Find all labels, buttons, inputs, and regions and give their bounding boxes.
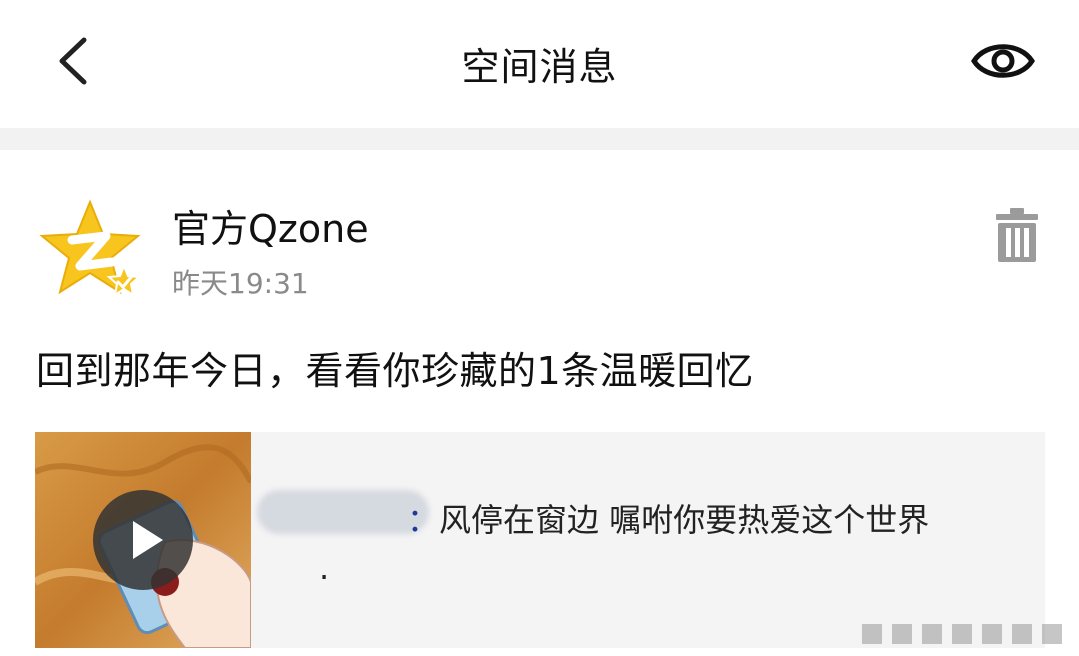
username[interactable]: 官方Qzone	[172, 198, 369, 253]
post-timestamp: 昨天19:31	[172, 267, 309, 300]
eye-icon[interactable]	[970, 36, 1036, 86]
card-text: ：风停在窗边 嘱咐你要热爱这个世界 .	[257, 496, 1027, 592]
watermark-icon	[862, 624, 1062, 644]
qzone-star-icon[interactable]	[36, 196, 144, 304]
header-bar: 空间消息	[0, 0, 1079, 128]
page-title: 空间消息	[461, 45, 618, 89]
video-thumbnail[interactable]	[35, 432, 251, 648]
trash-icon[interactable]	[994, 206, 1040, 264]
card-name-separator: ：	[407, 501, 440, 539]
card-quote: 风停在窗边 嘱咐你要热爱这个世界	[439, 501, 930, 539]
memory-message: 回到那年今日，看看你珍藏的1条温暖回忆	[36, 349, 754, 393]
memory-card[interactable]: ：风停在窗边 嘱咐你要热爱这个世界 .	[35, 432, 1045, 648]
card-quote-tail: .	[319, 549, 330, 587]
section-divider	[0, 128, 1079, 150]
play-icon	[133, 521, 163, 559]
play-button[interactable]	[93, 490, 193, 590]
